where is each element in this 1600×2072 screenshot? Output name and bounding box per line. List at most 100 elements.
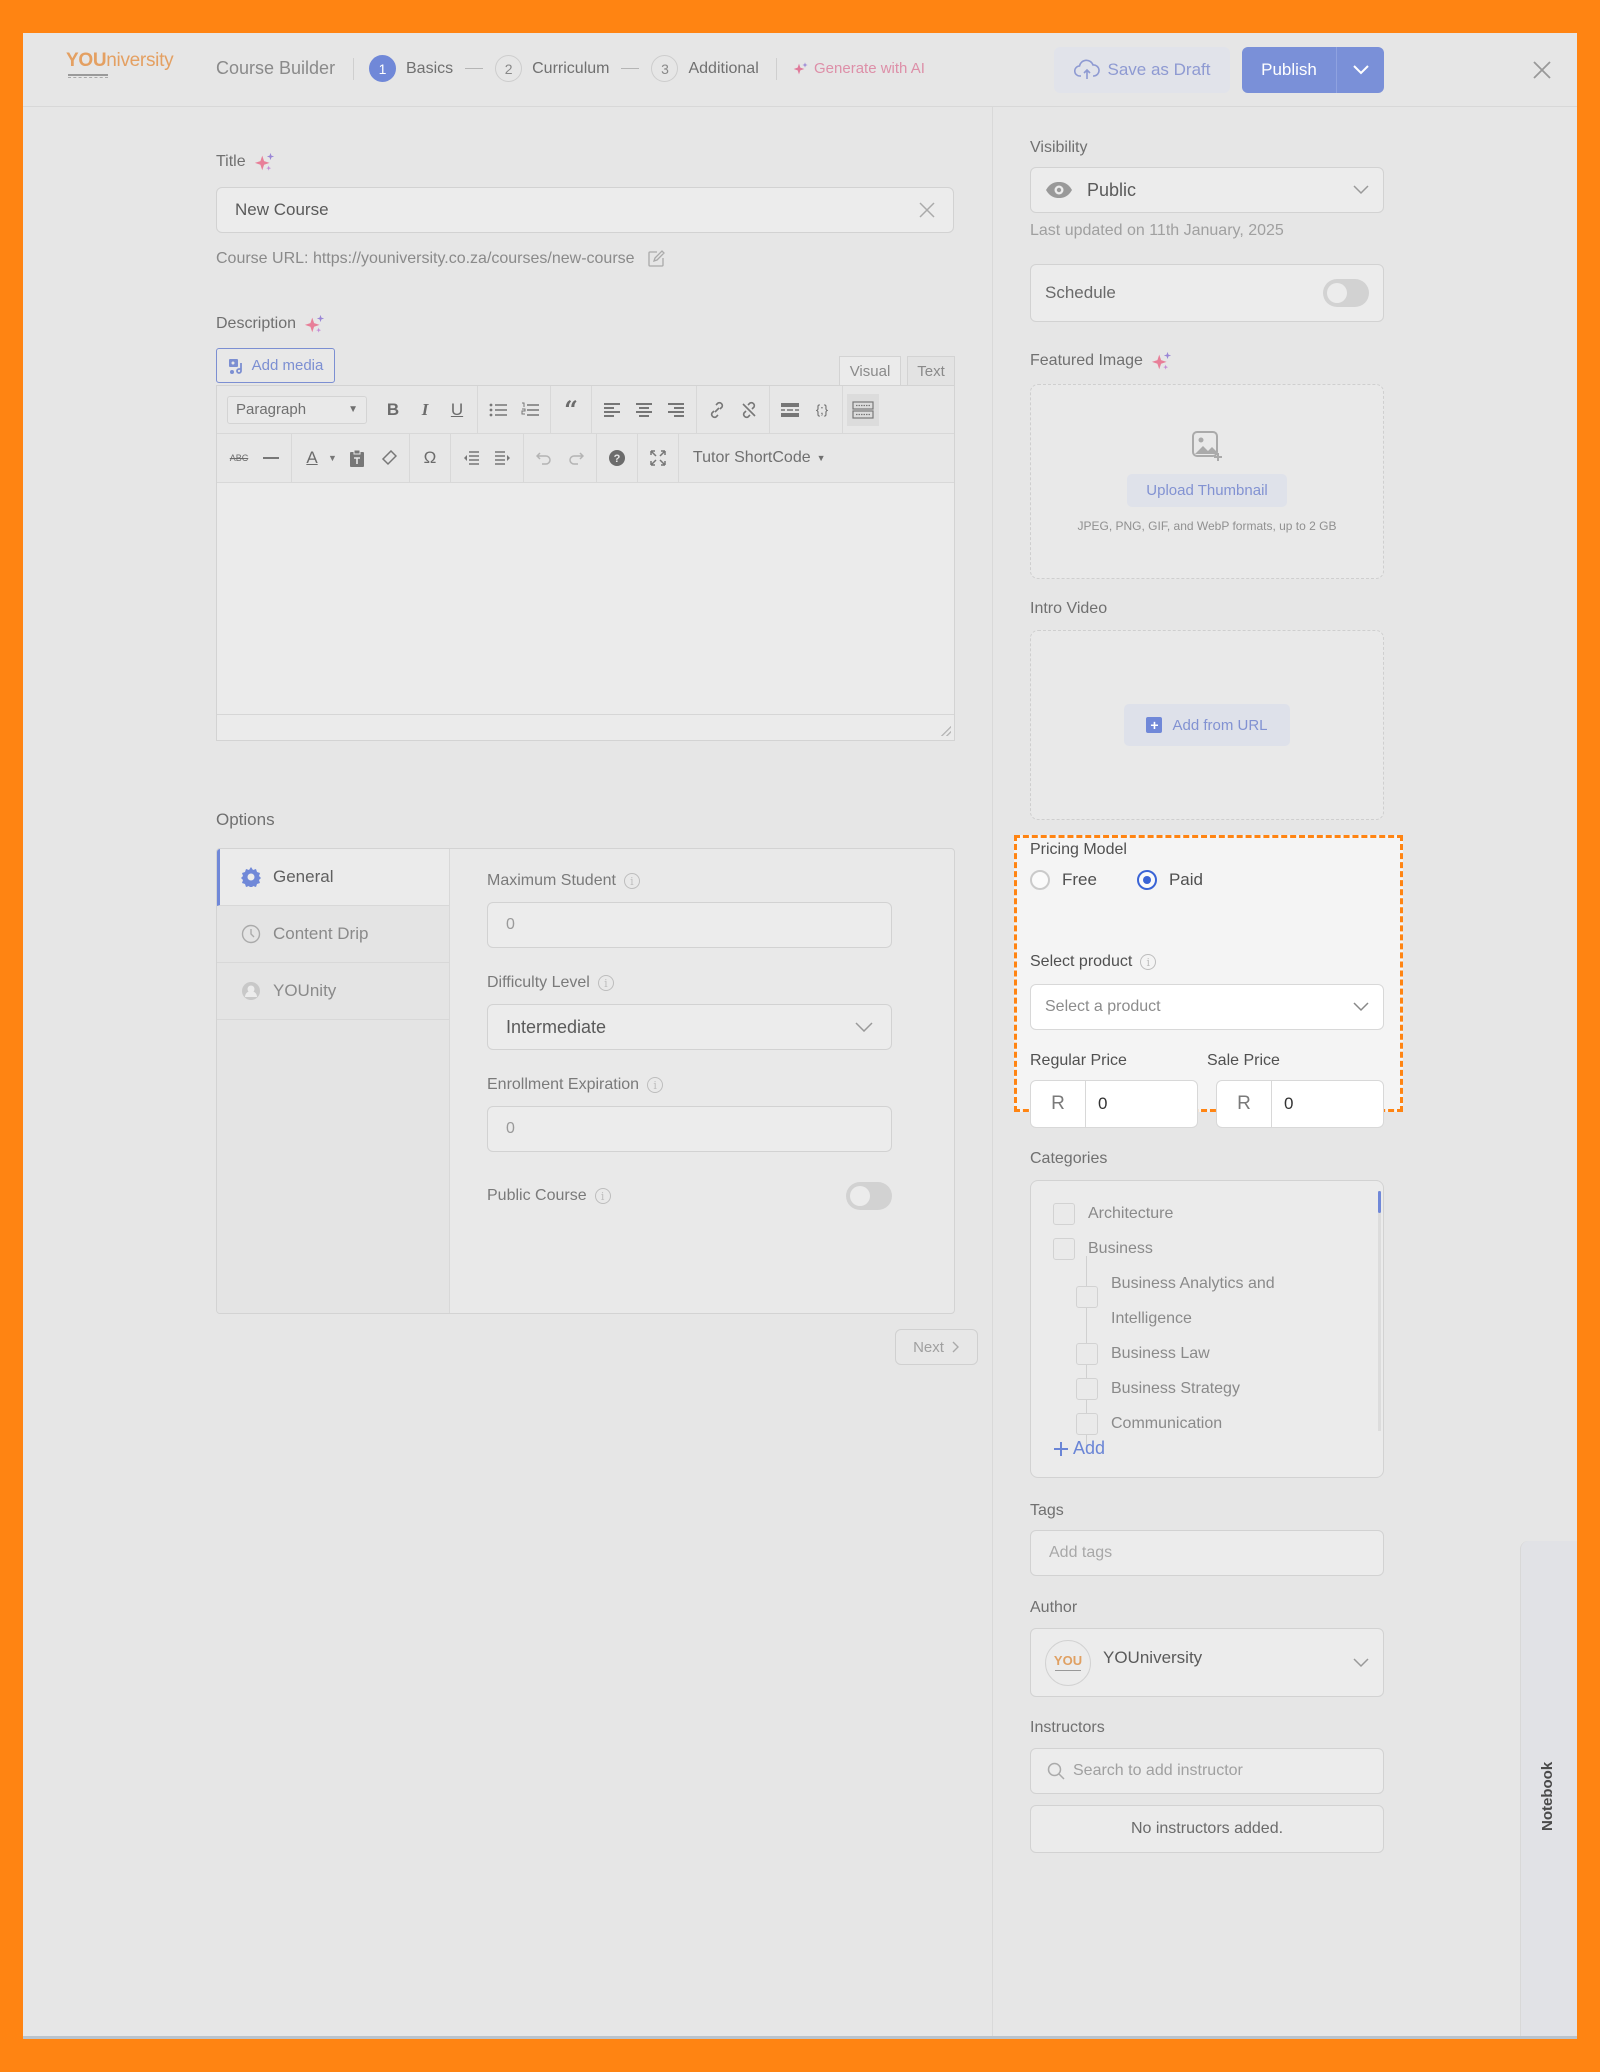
- fullscreen-icon[interactable]: [642, 442, 674, 474]
- visibility-select[interactable]: Public: [1030, 167, 1384, 213]
- tab-visual[interactable]: Visual: [839, 356, 901, 385]
- step-additional[interactable]: 3 Additional: [651, 55, 759, 82]
- resize-handle-icon[interactable]: [941, 726, 951, 736]
- publish-button[interactable]: Publish: [1242, 47, 1337, 93]
- read-more-icon[interactable]: [774, 394, 806, 426]
- instructor-search-input[interactable]: Search to add instructor: [1030, 1748, 1384, 1794]
- tab-content-drip[interactable]: Content Drip: [217, 906, 449, 963]
- add-category-button[interactable]: Add: [1053, 1438, 1105, 1459]
- next-button[interactable]: Next: [895, 1329, 978, 1365]
- bold-icon[interactable]: B: [377, 394, 409, 426]
- underline-icon[interactable]: U: [441, 394, 473, 426]
- caret-down-icon[interactable]: ▼: [328, 453, 337, 463]
- info-icon[interactable]: i: [597, 975, 614, 991]
- radio-button[interactable]: [1030, 870, 1050, 890]
- checkbox[interactable]: [1076, 1413, 1098, 1435]
- category-item[interactable]: Business Strategy: [1053, 1371, 1353, 1406]
- align-right-icon[interactable]: [660, 394, 692, 426]
- italic-icon[interactable]: I: [409, 394, 441, 426]
- info-icon[interactable]: i: [594, 1188, 611, 1204]
- info-icon[interactable]: i: [1140, 954, 1157, 970]
- checkbox[interactable]: [1076, 1286, 1098, 1308]
- category-item[interactable]: Business Law: [1053, 1336, 1353, 1371]
- upload-thumbnail-button[interactable]: Upload Thumbnail: [1127, 474, 1287, 507]
- indent-icon[interactable]: [487, 442, 519, 474]
- paste-text-icon[interactable]: [341, 442, 373, 474]
- step-number: 2: [495, 55, 523, 82]
- ai-sparkle-icon[interactable]: [1151, 350, 1173, 372]
- scrollbar-track[interactable]: [1378, 1191, 1381, 1431]
- add-from-url-button[interactable]: + Add from URL: [1124, 704, 1290, 746]
- horizontal-line-icon[interactable]: [255, 442, 287, 474]
- logo[interactable]: YOUniversity: [66, 50, 174, 78]
- category-item[interactable]: Business Analytics and Intelligence: [1053, 1266, 1353, 1336]
- category-item[interactable]: Architecture: [1053, 1196, 1353, 1231]
- radio-free[interactable]: Free: [1030, 870, 1097, 890]
- generate-with-ai-button[interactable]: Generate with AI: [793, 60, 925, 77]
- public-course-toggle[interactable]: [846, 1182, 892, 1210]
- edit-icon[interactable]: [647, 250, 665, 268]
- step-basics[interactable]: 1 Basics: [369, 55, 453, 82]
- title-input[interactable]: New Course: [216, 187, 954, 233]
- outdent-icon[interactable]: [455, 442, 487, 474]
- blockquote-icon[interactable]: “: [555, 394, 587, 426]
- strikethrough-icon[interactable]: ABC: [223, 442, 255, 474]
- add-media-button[interactable]: Add media: [216, 348, 335, 383]
- author-name: YOUniversity: [1103, 1647, 1203, 1667]
- regular-price-input[interactable]: R 0: [1030, 1080, 1198, 1128]
- max-student-input[interactable]: 0: [487, 902, 892, 948]
- redo-icon[interactable]: [560, 442, 592, 474]
- checkbox[interactable]: [1053, 1238, 1075, 1260]
- notebook-tab[interactable]: Notebook: [1520, 1541, 1577, 2036]
- info-icon[interactable]: i: [647, 1077, 664, 1093]
- toolbar-toggle-icon[interactable]: [847, 393, 879, 426]
- ai-sparkle-icon[interactable]: [304, 313, 326, 335]
- bullet-list-icon[interactable]: [482, 394, 514, 426]
- info-icon[interactable]: i: [623, 873, 640, 889]
- schedule-toggle[interactable]: [1323, 279, 1369, 307]
- step-curriculum[interactable]: 2 Curriculum: [495, 55, 609, 82]
- ai-sparkle-icon[interactable]: [254, 151, 276, 173]
- help-icon[interactable]: ?: [601, 442, 633, 474]
- tutor-shortcode-dropdown[interactable]: Tutor ShortCode ▼: [679, 449, 840, 467]
- course-url-value[interactable]: https://youniversity.co.za/courses/new-c…: [313, 250, 635, 267]
- checkbox[interactable]: [1076, 1343, 1098, 1365]
- save-draft-button[interactable]: Save as Draft: [1054, 47, 1230, 93]
- text-color-icon[interactable]: A: [296, 442, 328, 474]
- eraser-icon[interactable]: [373, 442, 405, 474]
- numbered-list-icon[interactable]: [514, 394, 546, 426]
- tab-younity[interactable]: YOUnity: [217, 963, 449, 1020]
- category-item[interactable]: Communication: [1053, 1406, 1353, 1441]
- featured-image-dropzone[interactable]: Upload Thumbnail JPEG, PNG, GIF, and Web…: [1030, 384, 1384, 579]
- radio-paid[interactable]: Paid: [1136, 870, 1203, 890]
- publish-options-button[interactable]: [1337, 47, 1384, 93]
- close-button[interactable]: [1527, 55, 1557, 85]
- code-icon[interactable]: {;}: [806, 394, 838, 426]
- clear-icon[interactable]: [919, 202, 935, 218]
- sale-price-input[interactable]: R 0: [1216, 1080, 1384, 1128]
- scrollbar-thumb[interactable]: [1378, 1191, 1381, 1213]
- category-item[interactable]: Business: [1053, 1231, 1353, 1266]
- publish-button-group: Publish: [1242, 47, 1384, 93]
- link-icon[interactable]: [701, 394, 733, 426]
- tab-label: Content Drip: [273, 924, 369, 943]
- author-select[interactable]: YOU YOUniversity: [1030, 1628, 1384, 1697]
- difficulty-select[interactable]: Intermediate: [487, 1004, 892, 1050]
- checkbox[interactable]: [1053, 1203, 1075, 1225]
- align-left-icon[interactable]: [596, 394, 628, 426]
- step-label: Curriculum: [532, 59, 610, 77]
- tab-text[interactable]: Text: [907, 356, 955, 385]
- enrollment-expiration-input[interactable]: 0: [487, 1106, 892, 1152]
- tags-input[interactable]: Add tags: [1030, 1530, 1384, 1576]
- align-center-icon[interactable]: [628, 394, 660, 426]
- special-character-icon[interactable]: Ω: [414, 442, 446, 474]
- tab-general[interactable]: General: [217, 849, 449, 906]
- last-updated: Last updated on 11th January, 2025: [1030, 222, 1284, 239]
- paragraph-format-select[interactable]: Paragraph ▼: [227, 395, 367, 424]
- editor-content-area[interactable]: [217, 483, 954, 715]
- checkbox[interactable]: [1076, 1378, 1098, 1400]
- unlink-icon[interactable]: [733, 394, 765, 426]
- select-product-dropdown[interactable]: Select a product: [1030, 984, 1384, 1030]
- undo-icon[interactable]: [528, 442, 560, 474]
- radio-button[interactable]: [1136, 870, 1157, 890]
